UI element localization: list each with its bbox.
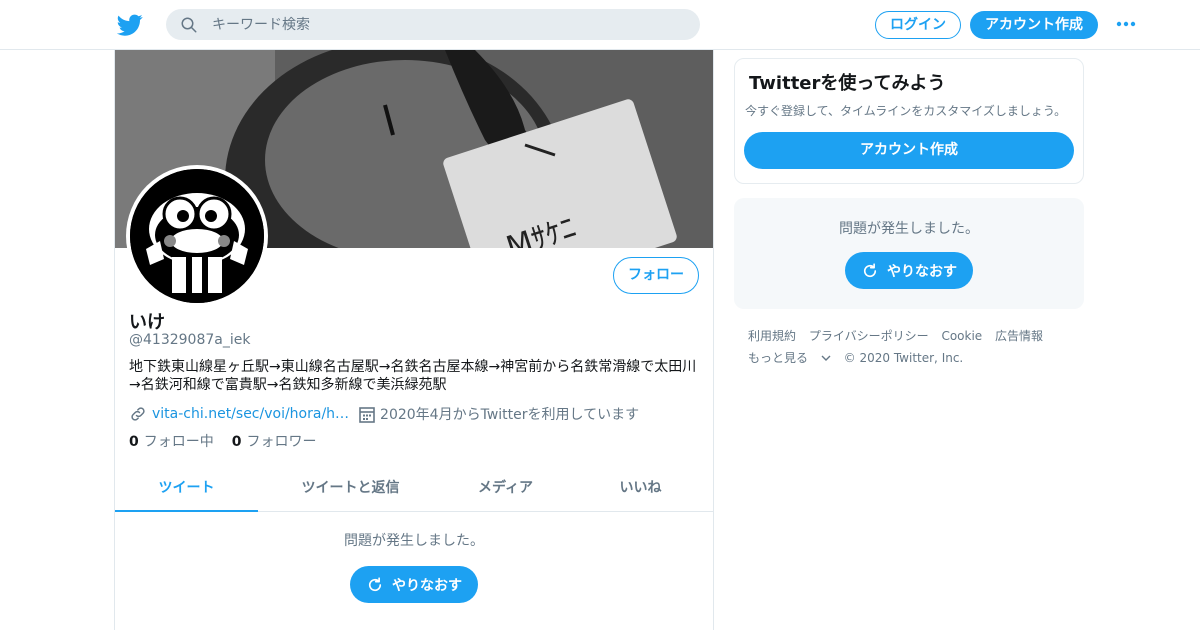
profile-tabs: ツイート ツイートと返信 メディア いいね: [115, 468, 713, 512]
profile-website-link[interactable]: vita-chi.net/sec/voi/hora/h…: [152, 406, 349, 422]
profile-bio: 地下鉄東山線星ヶ丘駅→東山線名古屋駅→名鉄名古屋本線→神宮前から名鉄常滑線で太田…: [129, 359, 697, 393]
profile-handle[interactable]: @41329087a_iek: [129, 332, 250, 348]
profile-display-name[interactable]: いけ: [129, 308, 165, 334]
top-navigation-bar: ログイン アカウント作成: [0, 0, 1200, 50]
avatar[interactable]: [126, 165, 268, 307]
follow-button[interactable]: フォロー: [613, 257, 699, 294]
following-count: 0: [129, 434, 139, 450]
search-box[interactable]: [166, 9, 700, 40]
tab-tweets[interactable]: ツイート: [115, 468, 258, 512]
profile-joined-date: 2020年4月からTwitterを利用しています: [380, 407, 640, 423]
signup-prompt-card: Twitterを使ってみよう 今すぐ登録して、タイムラインをカスタマイズしましょ…: [734, 58, 1084, 184]
footer-links-row: 利用規約 プライバシーポリシー Cookie 広告情報: [748, 325, 1078, 347]
more-options-icon[interactable]: [1116, 18, 1136, 30]
sidebar-retry-label: やりなおす: [887, 263, 957, 280]
footer-link-terms[interactable]: 利用規約: [748, 329, 796, 343]
followers-stat[interactable]: 0 フォロワー: [232, 431, 317, 451]
tab-media[interactable]: メディア: [443, 468, 568, 512]
following-label: フォロー中: [143, 434, 214, 450]
signup-card-title: Twitterを使ってみよう: [749, 73, 946, 94]
tab-likes[interactable]: いいね: [568, 468, 713, 512]
footer-link-privacy[interactable]: プライバシーポリシー: [809, 329, 929, 343]
timeline-retry-label: やりなおす: [392, 577, 462, 594]
sidebar-error-message: 問題が発生しました。: [839, 221, 979, 237]
refresh-icon: [863, 262, 877, 277]
sidebar-retry-button[interactable]: やりなおす: [845, 252, 973, 289]
tab-tweets-and-replies[interactable]: ツイートと返信: [258, 468, 443, 512]
profile-stats: 0 フォロー中 0 フォロワー: [129, 431, 335, 451]
footer-more-label: もっと見る: [748, 351, 809, 365]
footer-second-row: もっと見る © 2020 Twitter, Inc.: [748, 347, 1078, 369]
search-icon: [181, 17, 197, 33]
search-input[interactable]: [212, 9, 682, 40]
profile-column: Μｻｹﾆ フォロー いけ @41329087a_iek 地下鉄東山線星ヶ丘駅→東…: [114, 50, 714, 630]
timeline-error-message: 問題が発生しました。: [344, 533, 484, 549]
calendar-icon: [359, 406, 375, 423]
signup-card-button[interactable]: アカウント作成: [744, 132, 1074, 169]
avatar-image: [130, 169, 264, 303]
twitter-bird-logo-icon[interactable]: [117, 12, 143, 38]
footer-link-cookie[interactable]: Cookie: [941, 329, 982, 343]
footer-copyright: © 2020 Twitter, Inc.: [843, 351, 964, 365]
sidebar-error-card: 問題が発生しました。 やりなおす: [734, 198, 1084, 309]
followers-label: フォロワー: [246, 434, 317, 450]
following-stat[interactable]: 0 フォロー中: [129, 431, 214, 451]
sidebar-footer: 利用規約 プライバシーポリシー Cookie 広告情報 もっと見る © 2020…: [748, 325, 1078, 369]
profile-meta: vita-chi.net/sec/voi/hora/h… 2020年4月からTw…: [129, 404, 639, 424]
footer-more-link[interactable]: もっと見る: [748, 351, 835, 365]
timeline-retry-button[interactable]: やりなおす: [350, 566, 478, 603]
signup-button[interactable]: アカウント作成: [970, 11, 1098, 39]
followers-count: 0: [231, 434, 242, 450]
chevron-down-icon: [821, 355, 831, 361]
link-icon: [131, 407, 145, 421]
footer-link-ads[interactable]: 広告情報: [995, 329, 1043, 343]
signup-card-subtitle: 今すぐ登録して、タイムラインをカスタマイズしましょう。: [745, 104, 1067, 118]
refresh-icon: [368, 576, 382, 591]
login-button[interactable]: ログイン: [875, 11, 961, 39]
